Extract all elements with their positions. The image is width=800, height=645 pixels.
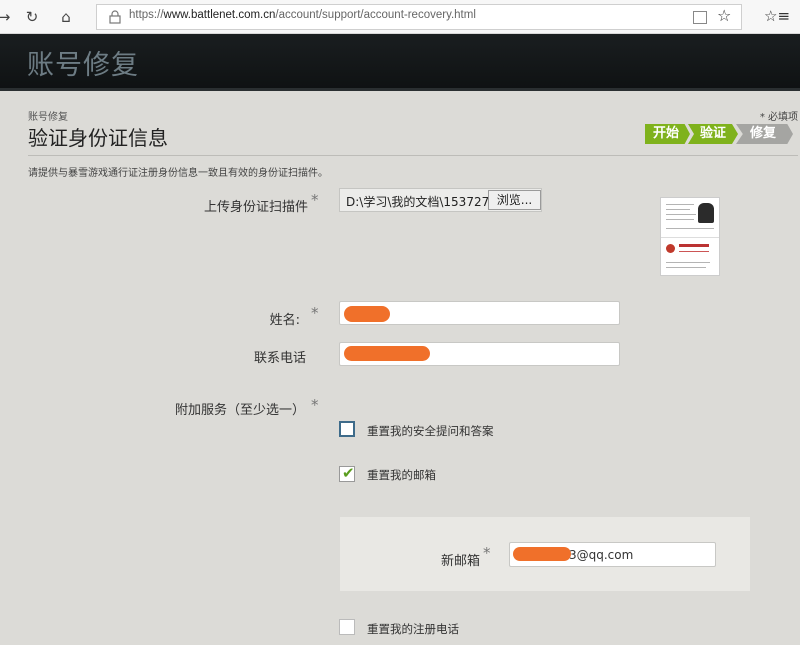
reset-email-checkbox[interactable]: ✔ xyxy=(339,464,355,482)
header-title: 账号修复 xyxy=(27,50,139,81)
star-icon[interactable]: ☆ xyxy=(717,6,731,25)
required-mark: * xyxy=(311,304,319,322)
refresh-icon[interactable]: ↻ xyxy=(22,7,42,27)
lock-icon xyxy=(109,10,121,24)
new-email-label: 新邮箱 xyxy=(440,554,480,569)
browse-button[interactable]: 浏览... xyxy=(488,190,541,210)
reset-security-qa-checkbox[interactable] xyxy=(339,421,355,437)
site-header: 账号修复 xyxy=(0,34,800,91)
required-note: * 必填项 xyxy=(759,112,798,123)
redaction xyxy=(344,346,430,361)
required-mark: * xyxy=(311,396,319,414)
step-start: 开始 xyxy=(645,124,690,144)
reset-phone-checkbox[interactable] xyxy=(339,619,355,635)
emblem-icon xyxy=(666,244,675,253)
redaction xyxy=(344,306,390,322)
phone-input[interactable] xyxy=(339,342,620,366)
address-bar[interactable]: https://www.battlenet.com.cn/account/sup… xyxy=(96,4,742,30)
id-photo xyxy=(698,203,714,223)
new-email-input[interactable]: 3@qq.com xyxy=(509,542,716,567)
file-upload-field[interactable]: D:\学习\我的文档\15372741 浏览... xyxy=(339,188,542,212)
upload-label: 上传身份证扫描件 xyxy=(203,200,308,215)
name-label: 姓名: xyxy=(269,313,300,328)
redaction xyxy=(513,547,571,561)
services-label: 附加服务（至少选一） xyxy=(174,403,305,418)
required-mark: * xyxy=(311,191,319,209)
step-repair: 修复 xyxy=(736,124,793,144)
url-text: https://www.battlenet.com.cn/account/sup… xyxy=(129,9,476,21)
home-icon[interactable]: ⌂ xyxy=(56,7,76,27)
divider xyxy=(28,155,798,156)
required-mark: * xyxy=(483,544,491,562)
step-verify: 验证 xyxy=(688,124,738,144)
checkmark-icon: ✔ xyxy=(342,464,355,482)
browser-toolbar: → ↻ ⌂ https://www.battlenet.com.cn/accou… xyxy=(0,0,800,34)
name-input[interactable] xyxy=(339,301,620,325)
favorites-icon[interactable]: ☆≡ xyxy=(764,7,790,25)
new-email-value: 3@qq.com xyxy=(569,548,634,562)
reset-email-label[interactable]: 重置我的邮箱 xyxy=(367,467,436,483)
reading-view-icon[interactable] xyxy=(693,11,707,24)
phone-label: 联系电话 xyxy=(253,351,306,366)
reset-security-qa-label[interactable]: 重置我的安全提问和答案 xyxy=(367,423,494,439)
reset-phone-label[interactable]: 重置我的注册电话 xyxy=(367,621,459,637)
intro-text: 请提供与暴雪游戏通行证注册身份信息一致且有效的身份证扫描件。 xyxy=(28,168,328,179)
breadcrumb[interactable]: 账号修复 xyxy=(28,108,68,123)
new-email-section: 新邮箱 * 3@qq.com xyxy=(339,516,751,592)
page-title: 验证身份证信息 xyxy=(28,126,168,150)
id-card-preview xyxy=(660,197,720,276)
progress-steps: 开始 验证 修复 xyxy=(645,124,793,144)
forward-icon[interactable]: → xyxy=(0,7,14,27)
file-path-text: D:\学习\我的文档\15372741 xyxy=(346,195,505,209)
main-panel: 账号修复 * 必填项 验证身份证信息 开始 验证 修复 请提供与暴雪游戏通行证注… xyxy=(0,94,800,645)
